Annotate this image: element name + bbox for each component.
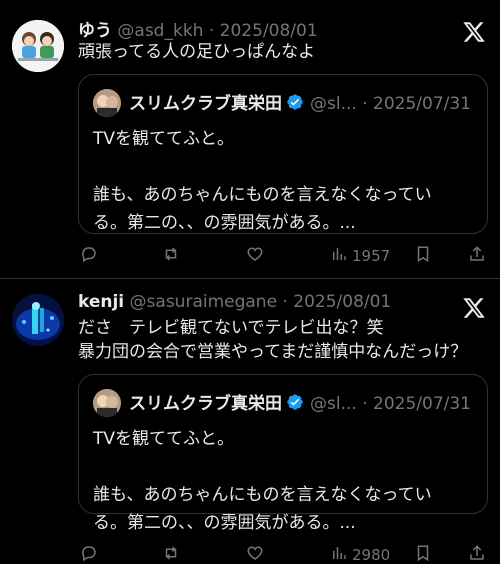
quoted-user-handle: @sl... [310, 394, 357, 414]
quoted-post-date: 2025/07/31 [373, 394, 471, 414]
reply-button[interactable] [80, 543, 98, 564]
quoted-text-line: 誰も、あのちゃんにものを言えなくなってい [93, 485, 432, 505]
reply-icon [80, 245, 98, 267]
quoted-display-name: スリムクラブ真栄田 [129, 94, 282, 114]
quoted-text-line [93, 153, 432, 181]
share-icon [468, 245, 486, 267]
quoted-text-line [93, 453, 432, 481]
quoted-post-date: 2025/07/31 [373, 94, 471, 114]
view-count: 1957 [352, 247, 391, 265]
quoted-post-text: TVを観ててふと。 誰も、あのちゃんにものを言えなくなってい る。第二の、、の雰… [93, 425, 432, 537]
quoted-text-line: る。第二の、、の雰囲気がある。... [93, 213, 356, 233]
views-bar-icon [330, 245, 348, 267]
separator-dot: · [208, 21, 215, 41]
quoted-post[interactable]: スリムクラブ真栄田 @sl... · 2025/07/31 TVを観ててふと。 誰… [78, 74, 488, 234]
reply-icon [80, 544, 98, 564]
avatar[interactable] [12, 294, 64, 346]
repost-icon [162, 245, 180, 267]
views-bar-icon [330, 544, 348, 564]
like-button[interactable] [246, 244, 264, 268]
post-date[interactable]: 2025/08/01 [293, 292, 391, 312]
repost-button[interactable] [162, 543, 180, 564]
post-divider [0, 278, 500, 279]
action-bar: 2980 [78, 543, 488, 564]
post-text: ださ テレビ観てないでテレビ出な？笑 暴力団の会合で営業やってまだ謹慎中なんだっ… [78, 316, 467, 364]
post-text-line: 暴力団の会合で営業やってまだ謹慎中なんだっけ？ [78, 342, 468, 362]
post-date[interactable]: 2025/08/01 [220, 21, 318, 41]
heart-icon [246, 245, 264, 267]
share-button[interactable] [468, 244, 486, 268]
reply-button[interactable] [80, 244, 98, 268]
separator-dot: · [282, 292, 288, 312]
post-header: ゆう @asd_kkh · 2025/08/01 [78, 16, 318, 41]
bookmark-button[interactable] [414, 244, 432, 268]
quoted-text-line: TVを観ててふと。 [93, 129, 235, 149]
post[interactable]: ゆう @asd_kkh · 2025/08/01 頑張ってる人の足ひっぱんなよ … [0, 0, 500, 278]
quoted-text-line: 誰も、あのちゃんにものを言えなくなってい [93, 185, 432, 205]
share-icon [468, 544, 486, 564]
avatar[interactable] [12, 20, 64, 72]
repost-icon [162, 544, 180, 564]
post[interactable]: kenji @sasuraimegane · 2025/08/01 ださ テレビ… [0, 280, 500, 564]
repost-button[interactable] [162, 244, 180, 268]
views-button[interactable]: 1957 [330, 244, 390, 268]
avatar [93, 89, 121, 117]
separator-dot: · [362, 94, 368, 114]
view-count: 2980 [352, 546, 391, 564]
verified-badge-icon [286, 93, 304, 116]
display-name[interactable]: kenji [78, 292, 124, 312]
bookmark-icon [414, 245, 432, 267]
heart-icon [246, 544, 264, 564]
avatar [93, 389, 121, 417]
quoted-post-text: TVを観ててふと。 誰も、あのちゃんにものを言えなくなってい る。第二の、、の雰… [93, 125, 432, 237]
display-name[interactable]: ゆう [78, 21, 112, 41]
quoted-post-header: スリムクラブ真栄田 @sl... · 2025/07/31 [129, 389, 471, 416]
separator-dot: · [362, 394, 368, 414]
post-text-line: 頑張ってる人の足ひっぱんなよ [78, 42, 316, 62]
quoted-user-handle: @sl... [310, 94, 357, 114]
quoted-post[interactable]: スリムクラブ真栄田 @sl... · 2025/07/31 TVを観ててふと。 誰… [78, 374, 488, 533]
post-text: 頑張ってる人の足ひっぱんなよ [78, 40, 315, 64]
post-text-line: ださ テレビ観てないでテレビ出な？笑 [78, 318, 384, 338]
verified-badge-icon [286, 393, 304, 416]
quoted-post-header: スリムクラブ真栄田 @sl... · 2025/07/31 [129, 89, 471, 116]
bookmark-button[interactable] [414, 543, 432, 564]
quoted-display-name: スリムクラブ真栄田 [129, 394, 282, 414]
action-bar: 1957 [78, 244, 488, 268]
like-button[interactable] [246, 543, 264, 564]
user-handle[interactable]: @asd_kkh [117, 21, 203, 41]
share-button[interactable] [468, 543, 486, 564]
views-button[interactable]: 2980 [330, 543, 390, 564]
quoted-text-line: る。第二の、、の雰囲気がある。... [93, 513, 356, 533]
post-header: kenji @sasuraimegane · 2025/08/01 [78, 292, 391, 312]
user-handle[interactable]: @sasuraimegane [130, 292, 278, 312]
bookmark-icon [414, 544, 432, 564]
x-logo-icon [462, 20, 486, 44]
quoted-text-line: TVを観ててふと。 [93, 429, 235, 449]
